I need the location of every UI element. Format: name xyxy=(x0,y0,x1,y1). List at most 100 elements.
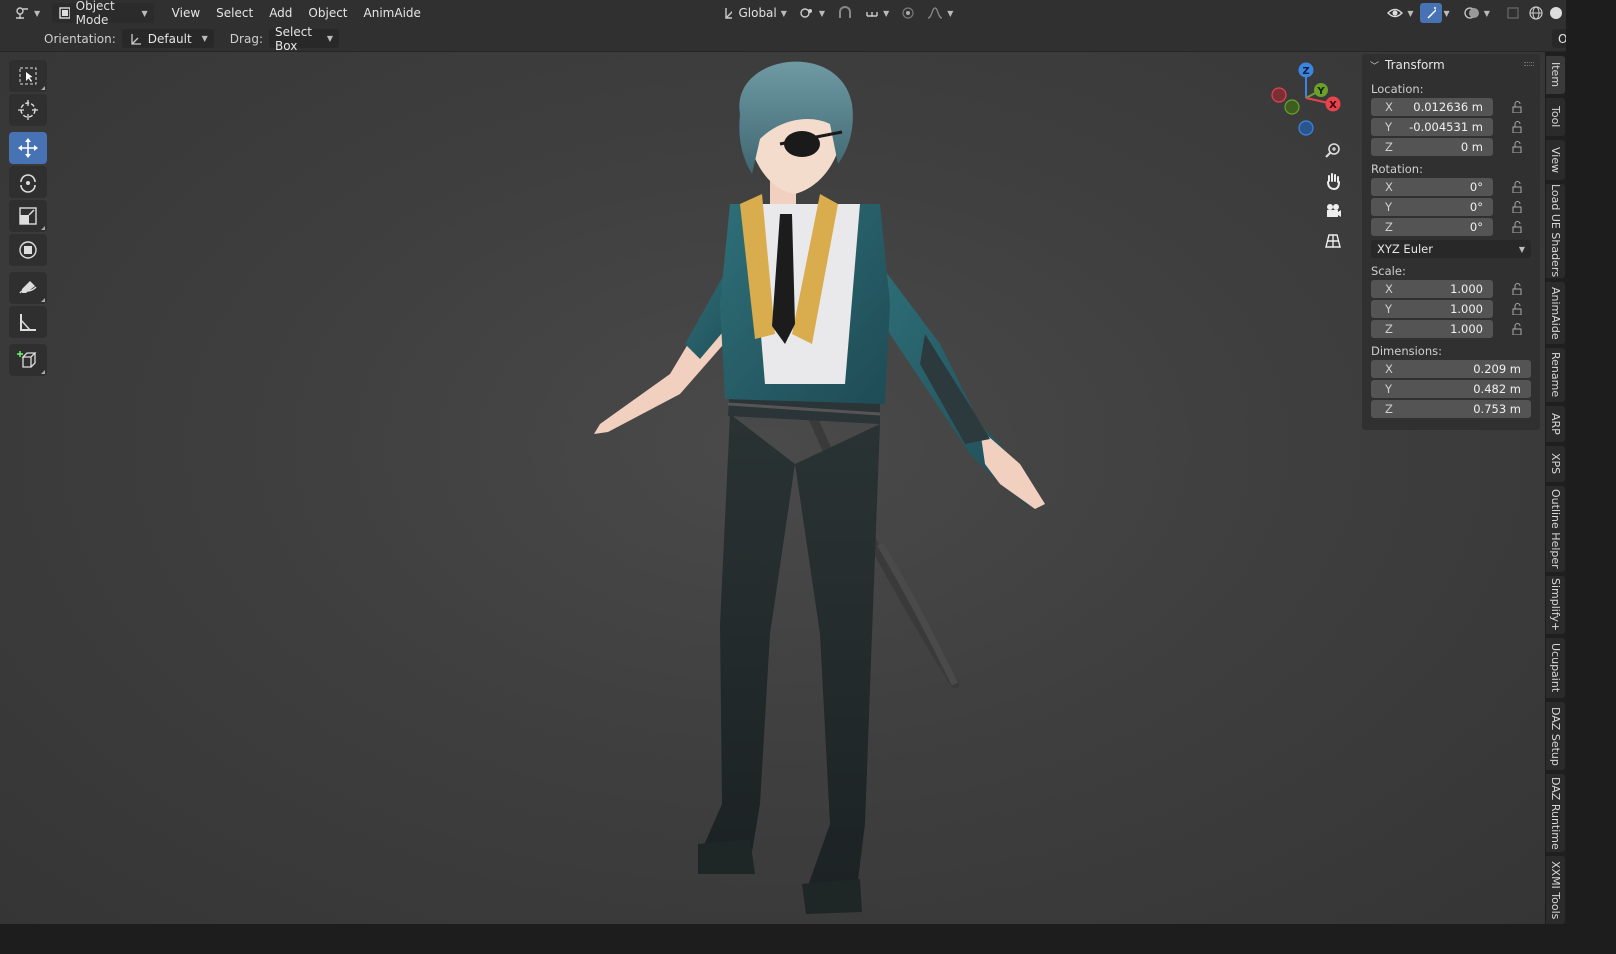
tab-label: Load UE Shaders xyxy=(1549,184,1562,278)
rotate-tool[interactable] xyxy=(9,166,47,198)
scale-x-field[interactable]: X 1.000 xyxy=(1371,279,1493,298)
chevron-down-icon: ▼ xyxy=(1483,8,1490,18)
shading-solid[interactable] xyxy=(1546,3,1566,23)
pivot-point-dropdown[interactable]: ▼ xyxy=(793,3,831,23)
orientation-dropdown[interactable]: Default ▼ xyxy=(121,29,214,48)
scale-y-field[interactable]: Y 1.000 xyxy=(1371,299,1493,318)
lock-icon[interactable] xyxy=(1511,100,1523,113)
transform-panel-header[interactable]: ﹀ Transform xyxy=(1362,54,1540,76)
cursor-tool[interactable] xyxy=(9,94,47,126)
character-model[interactable] xyxy=(580,44,1060,924)
scale-tool[interactable] xyxy=(9,200,47,232)
scale-label: Scale: xyxy=(1371,264,1406,278)
lock-icon[interactable] xyxy=(1511,120,1523,133)
proportional-falloff-dropdown[interactable]: ▼ xyxy=(921,3,959,23)
overlays-icon xyxy=(1464,7,1479,19)
sidebar-tab-ucupaint[interactable]: Ucupaint xyxy=(1546,638,1565,698)
move-tool[interactable] xyxy=(9,132,47,164)
viewport-header: ▼ Object Mode ▼ View Select Add Object A… xyxy=(0,0,1616,27)
gizmo-neg-x[interactable] xyxy=(1271,87,1287,103)
dimensions-y-field[interactable]: Y 0.482 m xyxy=(1371,379,1531,398)
lock-icon[interactable] xyxy=(1511,322,1523,335)
dimensions-label: Dimensions: xyxy=(1371,344,1442,358)
rotation-y-field[interactable]: Y 0° xyxy=(1371,197,1493,216)
gizmo-y-label: Y xyxy=(1316,86,1325,97)
menu-animaide[interactable]: AnimAide xyxy=(356,6,429,20)
menu-object[interactable]: Object xyxy=(300,6,355,20)
tab-label: Simplify+ xyxy=(1549,578,1562,632)
sidebar-tab-tool[interactable]: Tool xyxy=(1546,98,1565,136)
drag-grip-icon[interactable] xyxy=(1524,62,1534,66)
editor-type-button[interactable]: ▼ xyxy=(8,3,46,23)
mode-dropdown[interactable]: Object Mode ▼ xyxy=(52,0,154,27)
add-cube-icon xyxy=(17,351,37,368)
menu-select[interactable]: Select xyxy=(208,6,261,20)
transform-orientation-dropdown[interactable]: Global ▼ xyxy=(717,3,793,23)
perspective-toggle-button[interactable] xyxy=(1320,228,1346,254)
zoom-magnifier-icon xyxy=(1325,143,1340,158)
rotate-icon xyxy=(20,174,36,193)
axis-label: Y xyxy=(1385,199,1393,214)
dimensions-z-field[interactable]: Z 0.753 m xyxy=(1371,399,1531,418)
visibility-dropdown[interactable]: ▼ xyxy=(1381,3,1419,23)
grid-perspective-icon xyxy=(1325,234,1341,248)
lock-icon[interactable] xyxy=(1511,180,1523,193)
hand-icon xyxy=(1327,173,1340,190)
sidebar-tab-daz-setup[interactable]: DAZ Setup xyxy=(1546,702,1565,770)
sidebar-tab-simplify[interactable]: Simplify+ xyxy=(1546,576,1565,634)
sidebar-tab-arp[interactable]: ARP xyxy=(1546,406,1565,442)
sidebar-tab-load-ue-shaders[interactable]: Load UE Shaders xyxy=(1546,184,1565,278)
magnet-icon xyxy=(839,6,852,18)
lock-icon[interactable] xyxy=(1511,282,1523,295)
shading-wireframe[interactable] xyxy=(1526,3,1546,23)
sidebar-tab-animaide[interactable]: AnimAide xyxy=(1546,282,1565,344)
xray-toggle[interactable] xyxy=(1500,3,1526,23)
overlays-toggle[interactable]: ▼ xyxy=(1458,3,1496,23)
lock-icon[interactable] xyxy=(1511,220,1523,233)
proportional-edit-toggle[interactable] xyxy=(895,3,921,23)
pan-button[interactable] xyxy=(1320,168,1346,194)
sidebar-tab-view[interactable]: View xyxy=(1546,140,1565,180)
snap-target-dropdown[interactable]: ▼ xyxy=(859,3,895,23)
select-box-tool[interactable] xyxy=(9,60,47,92)
chevron-down-icon: ▼ xyxy=(201,34,208,43)
gizmo-neg-z[interactable] xyxy=(1298,120,1314,136)
location-z-field[interactable]: Z 0 m xyxy=(1371,137,1493,156)
sidebar-tab-xps[interactable]: XPS xyxy=(1546,446,1565,482)
location-y-field[interactable]: Y -0.004531 m xyxy=(1371,117,1493,136)
drag-value: Select Box xyxy=(274,24,313,53)
scale-z-field[interactable]: Z 1.000 xyxy=(1371,319,1493,338)
menu-view[interactable]: View xyxy=(164,6,208,20)
chevron-down-icon[interactable]: ▼ xyxy=(1444,9,1450,18)
dimensions-x-field[interactable]: X 0.209 m xyxy=(1371,359,1531,378)
add-cube-tool[interactable] xyxy=(9,344,47,376)
sidebar-tab-xxmi-tools[interactable]: XXMI Tools xyxy=(1546,856,1565,924)
lock-icon[interactable] xyxy=(1511,302,1523,315)
transform-tool[interactable] xyxy=(9,234,47,266)
sidebar-tab-rename[interactable]: Rename xyxy=(1546,348,1565,402)
lock-icon[interactable] xyxy=(1511,140,1523,153)
location-label: Location: xyxy=(1371,82,1424,96)
transform-panel: ﹀ Transform Location: X 0.012636 m Y -0.00… xyxy=(1362,54,1540,430)
rotation-x-field[interactable]: X 0° xyxy=(1371,177,1493,196)
xray-icon xyxy=(1507,7,1519,19)
snap-toggle[interactable] xyxy=(831,3,859,23)
gizmo-toggle[interactable] xyxy=(1419,3,1442,23)
drag-dropdown[interactable]: Select Box ▼ xyxy=(268,25,339,53)
location-x-field[interactable]: X 0.012636 m xyxy=(1371,97,1493,116)
camera-view-button[interactable] xyxy=(1320,198,1346,224)
sidebar-tab-item[interactable]: Item xyxy=(1546,56,1565,94)
rotation-z-field[interactable]: Z 0° xyxy=(1371,217,1493,236)
rotation-mode-dropdown[interactable]: XYZ Euler ▼ xyxy=(1371,240,1531,258)
navigation-gizmo[interactable]: Z Y X xyxy=(1265,60,1355,140)
menu-add[interactable]: Add xyxy=(261,6,300,20)
axis-label: Y xyxy=(1385,301,1393,316)
gizmo-neg-y[interactable] xyxy=(1284,99,1300,115)
eye-icon xyxy=(1387,8,1404,18)
sidebar-tab-daz-runtime[interactable]: DAZ Runtime xyxy=(1546,774,1565,852)
lock-icon[interactable] xyxy=(1511,200,1523,213)
sidebar-tab-outline-helper[interactable]: Outline Helper xyxy=(1546,486,1565,572)
zoom-button[interactable] xyxy=(1320,138,1346,164)
measure-tool[interactable] xyxy=(9,306,47,338)
annotate-tool[interactable] xyxy=(9,272,47,304)
